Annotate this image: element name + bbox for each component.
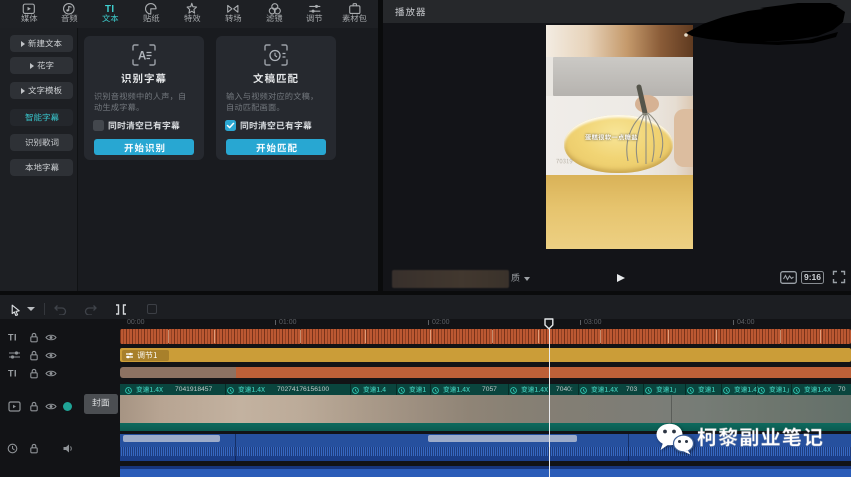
svg-text:A: A	[138, 51, 146, 63]
svg-text:TI: TI	[8, 333, 17, 343]
svg-text:TI: TI	[8, 369, 17, 379]
